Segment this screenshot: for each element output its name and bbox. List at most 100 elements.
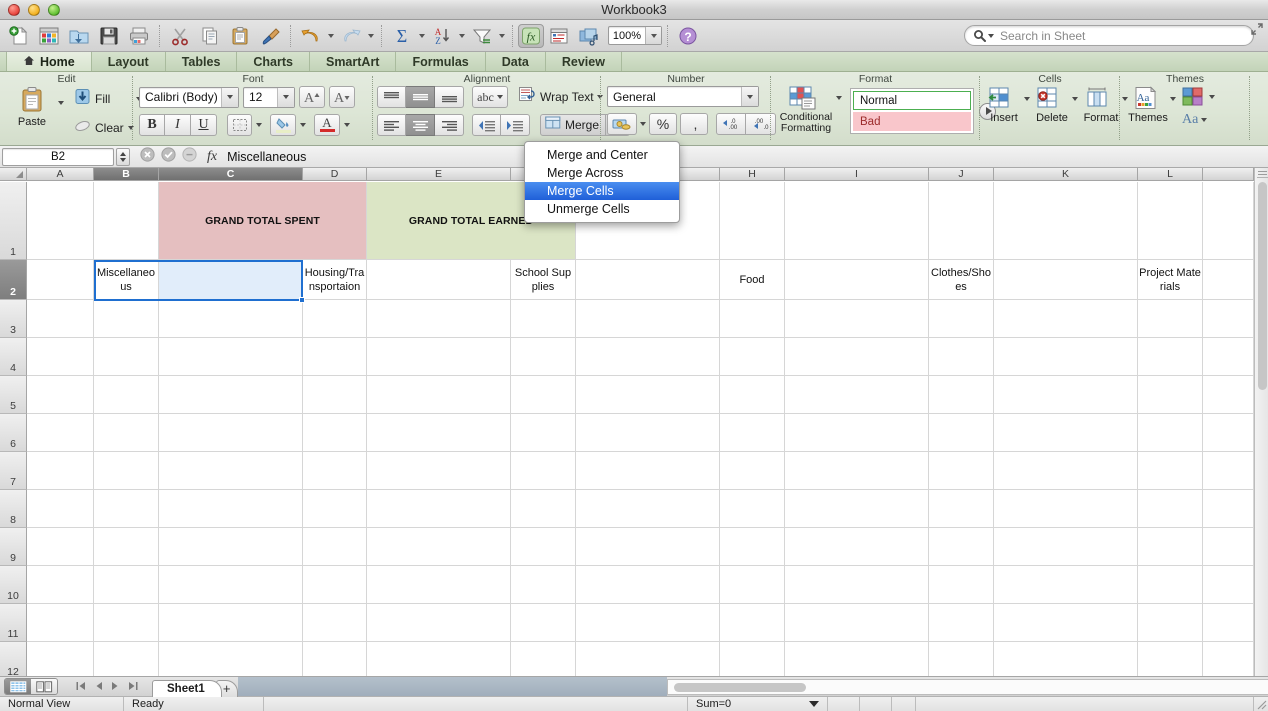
- cell-M8[interactable]: [1203, 490, 1254, 528]
- cell-styles-gallery[interactable]: Normal Bad: [850, 88, 974, 134]
- search-box[interactable]: [964, 25, 1254, 46]
- cell-L1[interactable]: [1138, 182, 1203, 260]
- orientation-button[interactable]: abc: [472, 86, 508, 108]
- zoom-control[interactable]: 100%: [608, 26, 662, 45]
- percent-format-button[interactable]: %: [649, 113, 677, 135]
- horizontal-scroll-thumb[interactable]: [674, 682, 806, 692]
- cell-D12[interactable]: [303, 642, 367, 676]
- cell-B5[interactable]: [94, 376, 159, 414]
- nav-last-icon[interactable]: [127, 678, 138, 696]
- cell-I7[interactable]: [785, 452, 929, 490]
- font-color-dropdown-caret[interactable]: [344, 123, 350, 127]
- menu-item-merge-cells[interactable]: Merge Cells: [525, 182, 679, 200]
- cell-A9[interactable]: [27, 528, 94, 566]
- cell-B8[interactable]: [94, 490, 159, 528]
- cell-F7[interactable]: [511, 452, 576, 490]
- cell-M9[interactable]: [1203, 528, 1254, 566]
- insert-dropdown-caret[interactable]: [1024, 97, 1030, 101]
- toolbox-icon[interactable]: [544, 22, 574, 50]
- cell-G7[interactable]: [576, 452, 720, 490]
- cell-A7[interactable]: [27, 452, 94, 490]
- cell-D2[interactable]: Housing/Transportaion: [303, 260, 367, 300]
- fill-handle[interactable]: [299, 297, 305, 303]
- cell-H4[interactable]: [720, 338, 785, 376]
- cell-K7[interactable]: [994, 452, 1138, 490]
- expand-window-icon[interactable]: [1250, 22, 1264, 41]
- column-header-a[interactable]: A: [27, 168, 94, 181]
- number-format-caret[interactable]: [741, 87, 758, 106]
- column-header-b[interactable]: B: [94, 168, 159, 181]
- cell-K1[interactable]: [994, 182, 1138, 260]
- cell-L6[interactable]: [1138, 414, 1203, 452]
- sort-dropdown-caret[interactable]: [457, 23, 467, 49]
- cell-J11[interactable]: [929, 604, 994, 642]
- cell-H6[interactable]: [720, 414, 785, 452]
- cell-D6[interactable]: [303, 414, 367, 452]
- name-box-stepper[interactable]: [116, 147, 130, 166]
- cell-M7[interactable]: [1203, 452, 1254, 490]
- align-left-button[interactable]: [377, 114, 406, 136]
- name-box[interactable]: B2: [2, 147, 114, 166]
- align-top-button[interactable]: [377, 86, 406, 108]
- format-cells-button[interactable]: Format: [1080, 86, 1122, 124]
- italic-button[interactable]: I: [165, 114, 191, 136]
- cell-K2[interactable]: [994, 260, 1138, 300]
- cell-G11[interactable]: [576, 604, 720, 642]
- cell-J9[interactable]: [929, 528, 994, 566]
- cell-D5[interactable]: [303, 376, 367, 414]
- cell-B4[interactable]: [94, 338, 159, 376]
- row-header-2[interactable]: 2: [0, 260, 27, 300]
- underline-button[interactable]: U: [191, 114, 217, 136]
- split-handle[interactable]: [1257, 168, 1268, 178]
- sheet-tab-sheet1[interactable]: Sheet1: [152, 679, 222, 697]
- cell-G5[interactable]: [576, 376, 720, 414]
- row-header-8[interactable]: 8: [0, 490, 27, 528]
- nav-next-icon[interactable]: [111, 678, 119, 696]
- print-icon[interactable]: [124, 22, 154, 50]
- cell-L9[interactable]: [1138, 528, 1203, 566]
- cell-D10[interactable]: [303, 566, 367, 604]
- cell-H12[interactable]: [720, 642, 785, 676]
- nav-prev-icon[interactable]: [95, 678, 103, 696]
- delete-dropdown-caret[interactable]: [1072, 97, 1078, 101]
- theme-fonts-caret[interactable]: [1201, 118, 1208, 122]
- align-center-button[interactable]: [406, 114, 435, 136]
- row-header-6[interactable]: 6: [0, 414, 27, 452]
- paste-clipboard-icon[interactable]: [225, 22, 255, 50]
- tab-home[interactable]: Home: [6, 52, 92, 71]
- cell-A1[interactable]: [27, 182, 94, 260]
- sort-az-icon[interactable]: A Z: [427, 22, 457, 50]
- clear-label[interactable]: Clear: [95, 121, 124, 135]
- copy-icon[interactable]: [195, 22, 225, 50]
- filter-dropdown-caret[interactable]: [497, 23, 507, 49]
- font-size-select[interactable]: 12: [243, 86, 295, 108]
- cell-L5[interactable]: [1138, 376, 1203, 414]
- cell-M4[interactable]: [1203, 338, 1254, 376]
- cell-D11[interactable]: [303, 604, 367, 642]
- undo-arrow-icon[interactable]: [296, 22, 326, 50]
- autosum-sigma-icon[interactable]: Σ: [387, 22, 417, 50]
- borders-dropdown-caret[interactable]: [256, 123, 262, 127]
- cell-C9[interactable]: [159, 528, 303, 566]
- grow-font-button[interactable]: A: [299, 86, 325, 108]
- cell-C7[interactable]: [159, 452, 303, 490]
- horizontal-scrollbar[interactable]: [667, 678, 1268, 695]
- cell-B10[interactable]: [94, 566, 159, 604]
- row-header-5[interactable]: 5: [0, 376, 27, 414]
- spreadsheet-grid[interactable]: A B C D E F G H I J K L 1 2 3 4 5 6 7 8 …: [0, 168, 1268, 676]
- vertical-scrollbar[interactable]: [1254, 168, 1268, 676]
- cell-K8[interactable]: [994, 490, 1138, 528]
- cell-E12[interactable]: [367, 642, 511, 676]
- cell-F2[interactable]: School Supplies: [511, 260, 576, 300]
- cut-scissors-icon[interactable]: [165, 22, 195, 50]
- cell-C6[interactable]: [159, 414, 303, 452]
- cell-L4[interactable]: [1138, 338, 1203, 376]
- cell-M1[interactable]: [1203, 182, 1254, 260]
- tab-smartart[interactable]: SmartArt: [310, 52, 397, 71]
- cell-E5[interactable]: [367, 376, 511, 414]
- cell-B6[interactable]: [94, 414, 159, 452]
- cell-B3[interactable]: [94, 300, 159, 338]
- function-fx-icon[interactable]: [182, 146, 197, 167]
- cell-H8[interactable]: [720, 490, 785, 528]
- cell-E4[interactable]: [367, 338, 511, 376]
